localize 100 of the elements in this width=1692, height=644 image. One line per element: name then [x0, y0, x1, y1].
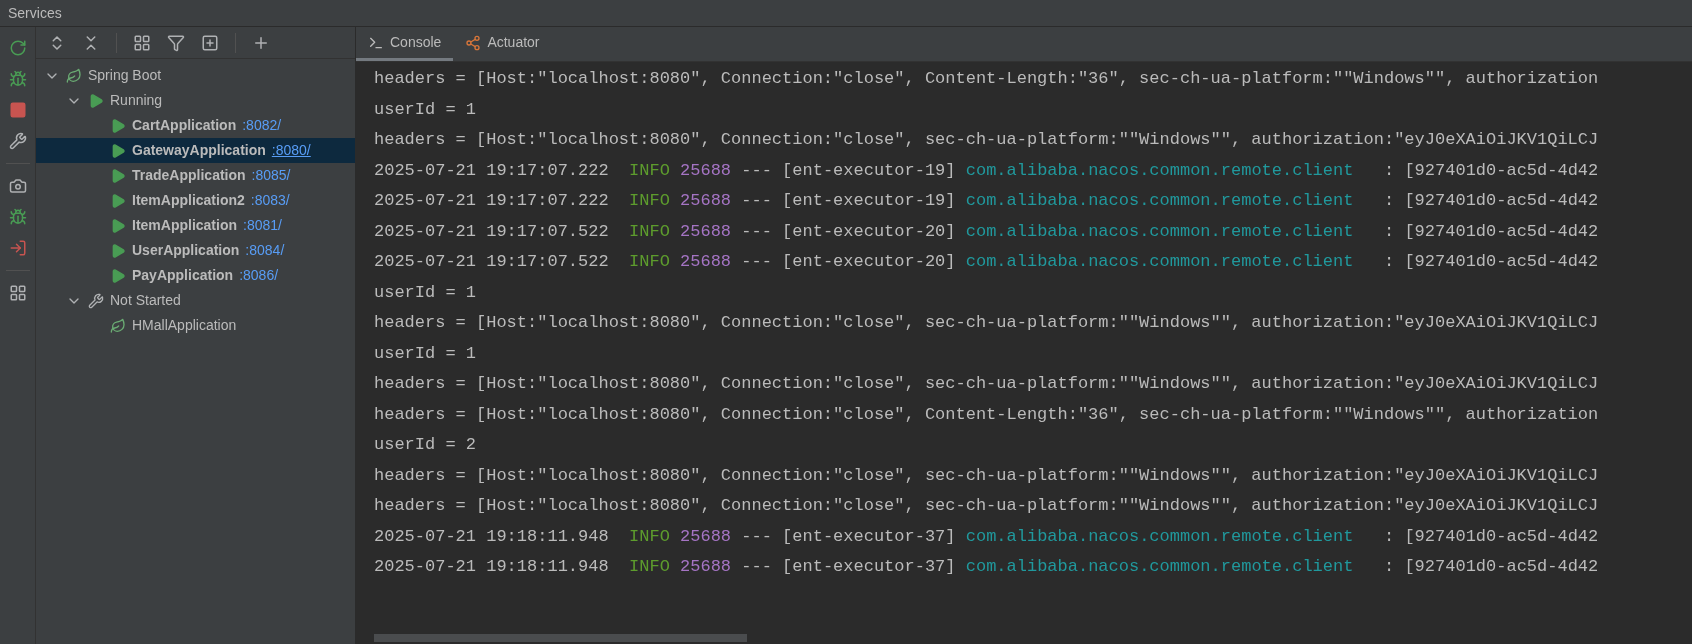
log-message: : [927401d0-ac5d-4d42 [1384, 525, 1599, 548]
log-pid: 25688 [680, 525, 732, 548]
tab[interactable]: Actuator [453, 27, 552, 61]
log-level: INFO [629, 190, 670, 212]
tree-label: Spring Boot [88, 66, 162, 85]
bug-icon[interactable] [8, 70, 27, 88]
leaf-icon [66, 67, 82, 84]
port-link[interactable]: :8085/ [251, 165, 291, 186]
play-icon [88, 92, 104, 109]
exit-icon[interactable] [8, 239, 27, 257]
tree-label: GatewayApplication [132, 141, 266, 160]
console-line: userId = 2 [374, 434, 478, 456]
tree-item[interactable]: HMallApplication [36, 313, 355, 338]
rerun-icon[interactable] [8, 39, 27, 57]
port-link[interactable]: :8086/ [239, 265, 279, 286]
play-icon [110, 142, 126, 159]
filter-icon[interactable] [167, 33, 185, 52]
log-thread: --- [ent-executor-37] [741, 556, 956, 578]
play-icon [110, 192, 126, 209]
port-link[interactable]: :8081/ [243, 215, 282, 236]
log-message: : [927401d0-ac5d-4d42 [1384, 220, 1599, 243]
console-line: headers = [Host:"localhost:8080", Connection:"close", sec-ch-ua-platform:""Windows"", authorization:"eyJ0eXAiOiJKV1QiLCJ [374, 464, 1600, 487]
log-timestamp: 2025-07-21 19:17:07.222 [374, 159, 609, 182]
play-icon [110, 242, 126, 259]
log-thread: --- [ent-executor-37] [741, 525, 956, 548]
tree-label: ItemApplication [132, 216, 237, 235]
scrollbar-thumb[interactable] [374, 634, 747, 642]
console-line: userId = 1 [374, 281, 478, 304]
tree-label: Running [110, 91, 163, 110]
console-line: headers = [Host:"localhost:8080", Connection:"close", sec-ch-ua-platform:""Windows"", authorization:"eyJ0eXAiOiJKV1QiLCJ [374, 312, 1600, 334]
play-icon [110, 217, 126, 234]
tree-label: ItemApplication2 [132, 191, 245, 210]
tree-item[interactable]: Running [36, 88, 355, 113]
log-level: INFO [629, 525, 670, 548]
tree-label: PayApplication [132, 266, 234, 285]
group-icon[interactable] [133, 33, 151, 52]
window-title: Services [8, 3, 62, 23]
tree-item[interactable]: ItemApplication2 :8083/ [36, 188, 355, 213]
camera-icon[interactable] [8, 177, 27, 195]
layout-icon[interactable] [8, 284, 27, 302]
console-line: headers = [Host:"localhost:8080", Connection:"close", Content-Length:"36", sec-ch-ua-platform:""Windows"", authorization [374, 68, 1600, 90]
log-timestamp: 2025-07-21 19:18:11.948 [374, 525, 609, 548]
log-timestamp: 2025-07-21 19:17:07.522 [374, 251, 609, 273]
port-link[interactable]: :8080/ [271, 140, 311, 161]
port-link[interactable]: :8084/ [245, 240, 285, 261]
port-link[interactable]: :8082/ [242, 115, 282, 136]
log-logger: com.alibaba.nacos.common.remote.client [965, 525, 1354, 548]
tree-item[interactable]: Spring Boot [36, 63, 355, 88]
console-line: headers = [Host:"localhost:8080", Connection:"close", Content-Length:"36", sec-ch-ua-platform:""Windows"", authorization [374, 403, 1600, 426]
play-icon [110, 117, 126, 134]
console-line: headers = [Host:"localhost:8080", Connection:"close", sec-ch-ua-platform:""Windows"", authorization:"eyJ0eXAiOiJKV1QiLCJ [374, 373, 1600, 395]
wrench-icon [88, 292, 104, 309]
console-line: headers = [Host:"localhost:8080", Connection:"close", sec-ch-ua-platform:""Windows"", authorization:"eyJ0eXAiOiJKV1QiLCJ [374, 495, 1600, 517]
play-icon [110, 267, 126, 284]
tree-item[interactable]: PayApplication :8086/ [36, 263, 355, 288]
tree-label: TradeApplication [132, 166, 246, 185]
tree-item[interactable]: UserApplication :8084/ [36, 238, 355, 263]
tree-label: UserApplication [132, 241, 240, 260]
log-pid: 25688 [680, 159, 732, 182]
log-timestamp: 2025-07-21 19:18:11.948 [374, 556, 609, 578]
leaf-icon [110, 317, 126, 334]
play-icon [110, 167, 126, 184]
console-line: userId = 1 [374, 342, 478, 365]
tree-item[interactable]: CartApplication :8082/ [36, 113, 355, 138]
log-level: INFO [629, 159, 670, 182]
log-message: : [927401d0-ac5d-4d42 [1384, 190, 1599, 212]
log-level: INFO [629, 556, 670, 578]
tree-item[interactable]: ItemApplication :8081/ [36, 213, 355, 238]
log-pid: 25688 [680, 220, 732, 243]
log-pid: 25688 [680, 190, 732, 212]
bug-icon[interactable] [8, 208, 27, 226]
tree-item[interactable]: TradeApplication :8085/ [36, 163, 355, 188]
log-logger: com.alibaba.nacos.common.remote.client [965, 190, 1354, 212]
log-logger: com.alibaba.nacos.common.remote.client [965, 220, 1354, 243]
add-service-icon[interactable] [201, 33, 219, 52]
log-timestamp: 2025-07-21 19:17:07.222 [374, 190, 609, 212]
console-line: headers = [Host:"localhost:8080", Connection:"close", sec-ch-ua-platform:""Windows"", authorization:"eyJ0eXAiOiJKV1QiLCJ [374, 129, 1600, 151]
tree-label: Not Started [110, 291, 181, 310]
stop-icon[interactable] [8, 101, 27, 119]
log-level: INFO [629, 251, 670, 273]
log-level: INFO [629, 220, 670, 243]
tree-item[interactable]: Not Started [36, 288, 355, 313]
log-message: : [927401d0-ac5d-4d42 [1384, 251, 1599, 273]
log-message: : [927401d0-ac5d-4d42 [1384, 159, 1599, 182]
console-line: userId = 1 [374, 98, 478, 121]
log-timestamp: 2025-07-21 19:17:07.522 [374, 220, 609, 243]
log-logger: com.alibaba.nacos.common.remote.client [965, 251, 1354, 273]
log-logger: com.alibaba.nacos.common.remote.client [965, 556, 1354, 578]
log-thread: --- [ent-executor-19] [741, 159, 956, 182]
log-logger: com.alibaba.nacos.common.remote.client [965, 159, 1354, 182]
port-link[interactable]: :8083/ [250, 190, 290, 211]
log-pid: 25688 [680, 556, 732, 578]
log-thread: --- [ent-executor-19] [741, 190, 956, 212]
log-pid: 25688 [680, 251, 732, 273]
log-thread: --- [ent-executor-20] [741, 220, 956, 243]
tree-label: HMallApplication [132, 316, 237, 335]
tree-item[interactable]: GatewayApplication :8080/ [36, 138, 355, 163]
nodes-icon [465, 34, 482, 51]
log-thread: --- [ent-executor-20] [741, 251, 956, 273]
wrench-icon[interactable] [8, 132, 27, 150]
